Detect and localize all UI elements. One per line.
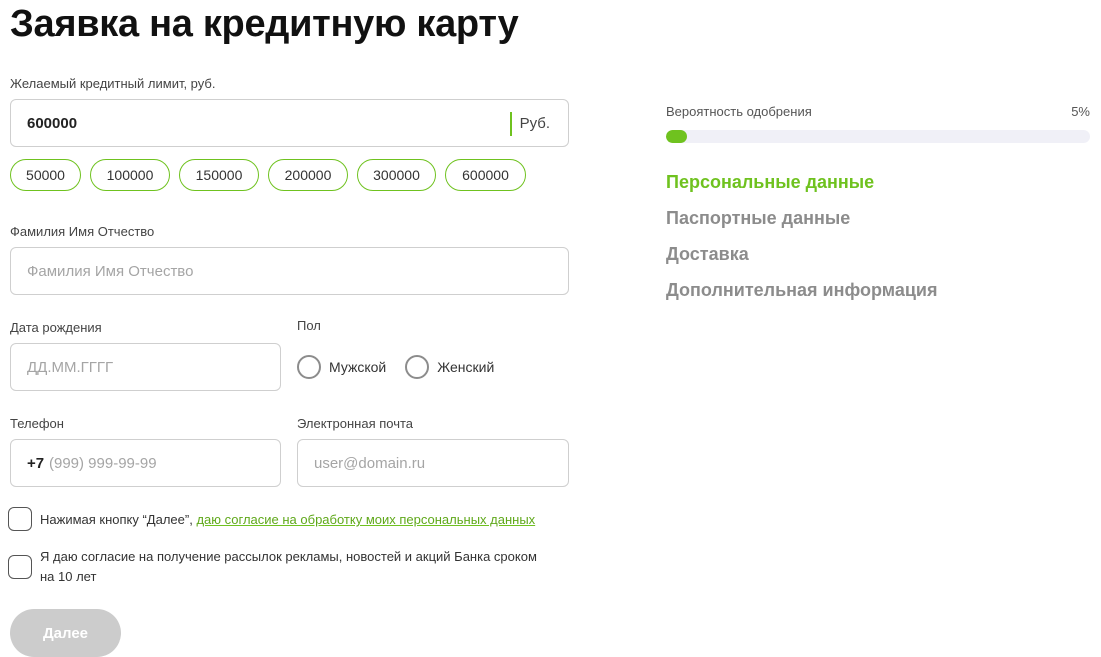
birth-date-input[interactable]	[10, 343, 281, 391]
approval-probability-value: 5%	[1071, 104, 1090, 119]
radio-circle-icon[interactable]	[297, 355, 321, 379]
next-button[interactable]: Далее	[10, 609, 121, 657]
preset-chip-600000[interactable]: 600000	[445, 159, 526, 191]
personal-data-consent-link[interactable]: даю согласие на обработку моих персональ…	[196, 512, 535, 527]
preset-chip-300000[interactable]: 300000	[357, 159, 436, 191]
phone-field[interactable]: +7	[10, 439, 281, 487]
gender-label: Пол	[297, 318, 321, 333]
approval-progress-bar	[666, 130, 1090, 143]
email-label: Электронная почта	[297, 416, 414, 431]
page-title: Заявка на кредитную карту	[10, 3, 519, 45]
form-steps: Персональные данные Паспортные данные До…	[666, 170, 937, 314]
full-name-input[interactable]	[10, 247, 569, 295]
consent-prefix-text: Нажимая кнопку “Далее”,	[40, 512, 197, 527]
step-additional-info[interactable]: Дополнительная информация	[666, 278, 937, 302]
birth-date-label: Дата рождения	[10, 320, 102, 335]
preset-chip-150000[interactable]: 150000	[179, 159, 259, 191]
marketing-consent-line-2: на 10 лет	[40, 569, 97, 584]
personal-data-consent-checkbox[interactable]	[8, 507, 32, 531]
phone-input[interactable]	[49, 440, 269, 486]
gender-option-label: Мужской	[329, 359, 387, 375]
approval-progress-fill	[666, 130, 688, 143]
preset-chip-200000[interactable]: 200000	[268, 159, 348, 191]
gender-option-label: Женский	[437, 359, 495, 375]
approval-probability-label: Вероятность одобрения	[666, 104, 812, 119]
gender-option-female[interactable]: Женский	[405, 355, 494, 379]
gender-radio-group: Мужской Женский	[297, 355, 513, 379]
gender-option-male[interactable]: Мужской	[297, 355, 386, 379]
input-cursor-divider	[510, 112, 512, 136]
step-personal-data[interactable]: Персональные данные	[666, 170, 937, 194]
credit-limit-presets: 50000 100000 150000 200000 300000 600000	[10, 159, 526, 191]
marketing-consent-checkbox[interactable]	[8, 555, 32, 579]
email-input[interactable]	[297, 439, 569, 487]
phone-label: Телефон	[10, 416, 64, 431]
phone-country-prefix: +7	[27, 455, 45, 472]
preset-chip-100000[interactable]: 100000	[90, 159, 170, 191]
preset-chip-50000[interactable]: 50000	[10, 159, 81, 191]
personal-data-consent-text: Нажимая кнопку “Далее”, даю согласие на …	[40, 510, 535, 530]
step-delivery[interactable]: Доставка	[666, 242, 937, 266]
credit-limit-input[interactable]: 600000 Руб.	[10, 99, 569, 147]
credit-limit-label: Желаемый кредитный лимит, руб.	[10, 76, 216, 91]
marketing-consent-text: Я даю согласие на получение рассылок рек…	[40, 547, 570, 587]
currency-unit: Руб.	[519, 115, 550, 132]
marketing-consent-line-1: Я даю согласие на получение рассылок рек…	[40, 549, 537, 564]
step-passport-data[interactable]: Паспортные данные	[666, 206, 937, 230]
credit-limit-value: 600000	[27, 115, 78, 132]
full-name-label: Фамилия Имя Отчество	[10, 224, 155, 239]
radio-circle-icon[interactable]	[405, 355, 430, 379]
